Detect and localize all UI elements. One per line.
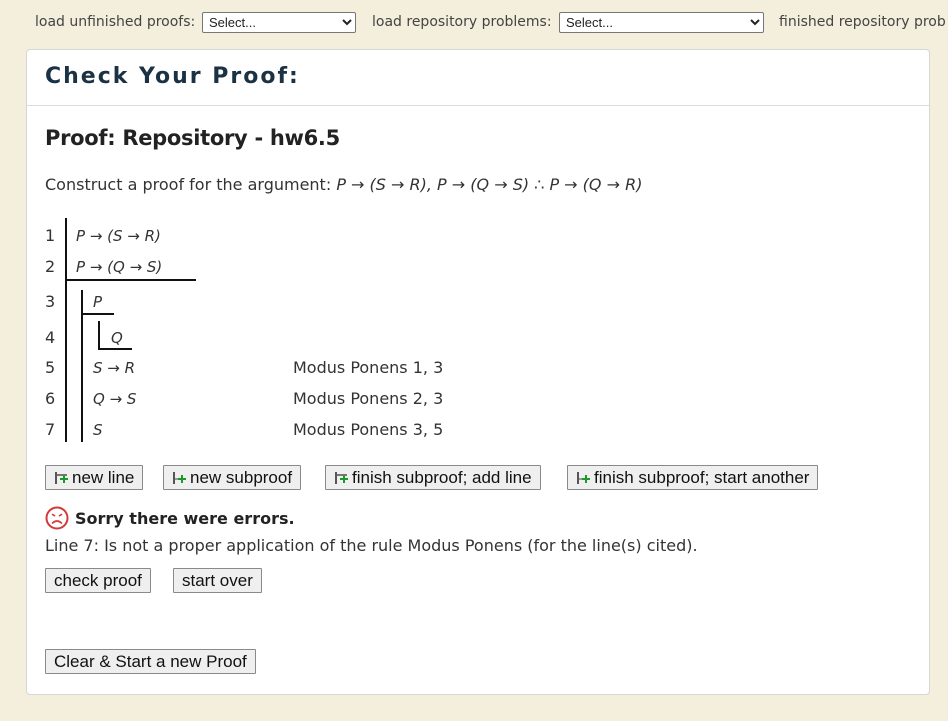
line-formula[interactable]: Q bbox=[111, 329, 123, 347]
check-proof-button[interactable]: check proof bbox=[45, 568, 151, 593]
line-number: 1 bbox=[45, 226, 56, 245]
line-justification[interactable]: Modus Ponens 2, 3 bbox=[293, 389, 443, 408]
line-number: 3 bbox=[45, 292, 56, 311]
finish-start-another-label: finish subproof; start another bbox=[594, 468, 810, 487]
finish-add-line-icon bbox=[334, 471, 348, 484]
error-detail: Line 7: Is not a proper application of t… bbox=[45, 536, 698, 555]
line-formula[interactable]: S → R bbox=[93, 359, 135, 377]
new-subproof-button[interactable]: new subproof bbox=[163, 465, 302, 490]
line-justification[interactable]: Modus Ponens 3, 5 bbox=[293, 420, 443, 439]
prompt-text: Construct a proof for the argument: bbox=[45, 175, 332, 194]
new-subproof-label: new subproof bbox=[190, 468, 293, 487]
line-number: 5 bbox=[45, 358, 56, 377]
proof-prompt: Construct a proof for the argument: P → … bbox=[45, 175, 642, 194]
finish-subproof-start-another-button[interactable]: finish subproof; start another bbox=[567, 465, 819, 490]
proof-checker-card: Check Your Proof: Proof: Repository - hw… bbox=[26, 49, 930, 695]
line-number: 6 bbox=[45, 389, 56, 408]
new-line-icon bbox=[54, 471, 68, 484]
proof-title: Proof: Repository - hw6.5 bbox=[45, 126, 340, 150]
finish-subproof-add-line-button[interactable]: finish subproof; add line bbox=[325, 465, 541, 490]
line-formula[interactable]: P → (Q → S) bbox=[76, 258, 162, 276]
nested-subproof-bar bbox=[98, 321, 100, 350]
card-header: Check Your Proof: bbox=[27, 50, 929, 106]
card-title: Check Your Proof: bbox=[45, 64, 300, 89]
finish-add-line-label: finish subproof; add line bbox=[352, 468, 532, 487]
start-over-button[interactable]: start over bbox=[173, 568, 262, 593]
premise-divider bbox=[65, 279, 196, 281]
finished-repository-label: finished repository prob bbox=[779, 14, 946, 30]
new-line-label: new line bbox=[72, 468, 135, 487]
line-formula[interactable]: P bbox=[93, 293, 102, 311]
error-status-text: Sorry there were errors. bbox=[75, 508, 295, 528]
line-formula[interactable]: P → (S → R) bbox=[76, 227, 161, 245]
line-number: 4 bbox=[45, 328, 56, 347]
new-subproof-icon bbox=[172, 471, 186, 484]
line-number: 2 bbox=[45, 257, 56, 276]
top-bar: load unfinished proofs: Select... load r… bbox=[0, 0, 948, 44]
new-line-button[interactable]: new line bbox=[45, 465, 144, 490]
subproof-assumption-divider bbox=[81, 313, 114, 315]
repository-problems-select[interactable]: Select... bbox=[559, 12, 764, 33]
nested-subproof-divider bbox=[98, 348, 132, 350]
repository-problems-label: load repository problems: bbox=[372, 14, 552, 30]
argument-formula: P → (S → R), P → (Q → S) ∴ P → (Q → R) bbox=[336, 175, 643, 194]
line-formula[interactable]: S bbox=[93, 421, 103, 439]
unfinished-proofs-label: load unfinished proofs: bbox=[35, 14, 196, 30]
line-justification[interactable]: Modus Ponens 1, 3 bbox=[293, 358, 443, 377]
line-formula[interactable]: Q → S bbox=[93, 390, 136, 408]
unfinished-proofs-select[interactable]: Select... bbox=[202, 12, 356, 33]
sad-face-icon bbox=[45, 506, 69, 530]
proof-scope-bar bbox=[65, 218, 67, 442]
finish-start-another-icon bbox=[576, 471, 590, 484]
clear-start-new-proof-button[interactable]: Clear & Start a new Proof bbox=[45, 649, 256, 674]
error-status: Sorry there were errors. bbox=[45, 506, 295, 530]
line-number: 7 bbox=[45, 420, 56, 439]
